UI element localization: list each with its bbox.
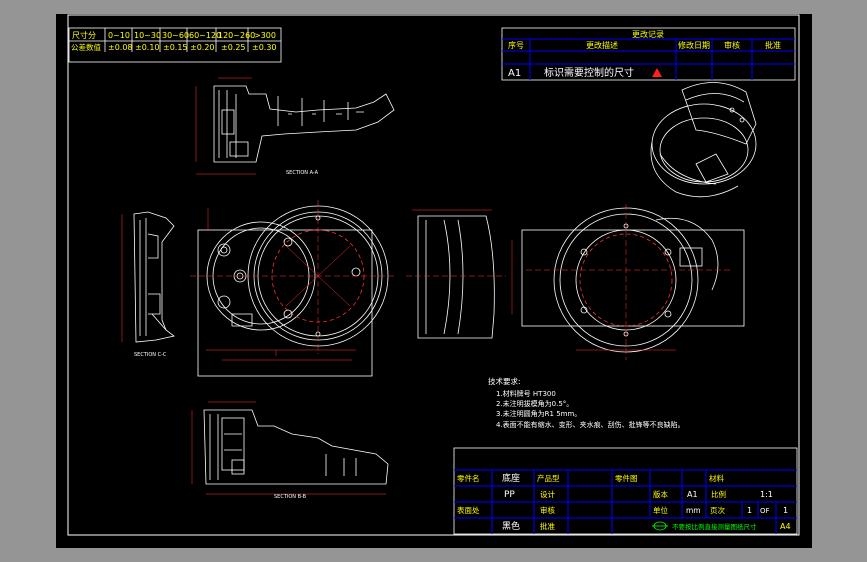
back-view xyxy=(511,204,745,360)
revision-title: 更改记录 xyxy=(632,29,664,39)
version-label: 版本 xyxy=(653,489,668,499)
ruler-icon xyxy=(652,521,668,531)
note-item-4: 4.表面不能有缩水、变形、夹水痕、刮伤、批锋等不良缺陷。 xyxy=(496,420,685,429)
material-value: PP xyxy=(504,490,515,500)
tolerance-table: 尺寸分 0~10 10~30 30~60 60~120 120~260 >300… xyxy=(68,27,282,63)
front-view xyxy=(190,200,396,377)
tol-row-label: 公差数值 xyxy=(71,42,101,52)
control-dimension-triangle-icon xyxy=(652,68,662,77)
section-label-b: SECTION B-B xyxy=(274,494,307,500)
tol-value-5: ±0.30 xyxy=(252,43,277,52)
note-item-3: 3.未注明圆角为R1 5mm。 xyxy=(496,409,581,418)
cad-canvas: 尺寸分 0~10 10~30 30~60 60~120 120~260 >300… xyxy=(67,14,800,536)
tol-header-6: >300 xyxy=(254,31,276,40)
isometric-view xyxy=(650,82,757,198)
tol-header-4: 60~120 xyxy=(189,31,221,40)
left-side-view xyxy=(121,211,175,343)
unit-label: 单位 xyxy=(653,505,668,515)
total-pages: 1 xyxy=(783,506,788,515)
note-item-2: 2.未注明拔模角为0.5°。 xyxy=(496,399,573,408)
bottom-section-view xyxy=(191,401,389,495)
revision-header-3: 审核 xyxy=(724,40,740,50)
product-type-label: 产品型 xyxy=(537,473,560,483)
page-value: 1 xyxy=(747,506,752,515)
tol-header-0: 尺寸分 xyxy=(72,30,96,40)
page-label: 页次 xyxy=(710,505,725,515)
section-label-c: SECTION C-C xyxy=(134,352,167,358)
top-section-view xyxy=(195,77,395,175)
of-label: OF xyxy=(760,507,770,515)
revision-header-0: 序号 xyxy=(508,40,524,50)
unit-value: mm xyxy=(686,506,701,515)
designer-label: 设计 xyxy=(540,489,555,499)
tol-value-0: ±0.08 xyxy=(108,43,133,52)
color-value: 黑色 xyxy=(502,520,520,532)
check-label: 审核 xyxy=(540,505,555,515)
material-label: 材料 xyxy=(709,473,724,483)
part-name-label: 零件名 xyxy=(457,473,480,483)
footer-note: 不要按比例直接测量图纸尺寸 xyxy=(672,522,757,531)
drawing-sheet: 尺寸分 0~10 10~30 30~60 60~120 120~260 >300… xyxy=(56,14,812,548)
drawing-no-label: 零件图 xyxy=(615,473,638,483)
middle-side-view xyxy=(406,209,506,339)
tol-value-3: ±0.20 xyxy=(190,43,215,52)
tol-value-1: ±0.10 xyxy=(135,43,160,52)
tol-header-5: 120~260 xyxy=(218,31,255,40)
revision-header-2: 修改日期 xyxy=(678,40,710,50)
tol-header-3: 30~60 xyxy=(162,31,189,40)
inner-frame xyxy=(67,14,800,536)
revision-header-4: 批准 xyxy=(765,40,781,50)
approve-label: 批准 xyxy=(540,521,555,531)
notes-title: 技术要求: xyxy=(488,376,521,386)
note-item-1: 1.材料牌号 HT300 xyxy=(496,389,556,398)
tol-value-4: ±0.25 xyxy=(221,43,246,52)
technical-notes: 技术要求: 1.材料牌号 HT300 2.未注明拔模角为0.5°。 3.未注明圆… xyxy=(488,376,685,429)
part-name-value: 底座 xyxy=(502,472,520,484)
tol-header-1: 0~10 xyxy=(108,31,130,40)
revision-block: 更改记录 序号 更改描述 修改日期 审核 批准 A1 标识需要控制的尺寸 xyxy=(501,27,796,81)
scale-label: 比例 xyxy=(711,489,726,499)
section-label-a: SECTION A-A xyxy=(286,170,319,176)
sheet-size: A4 xyxy=(780,522,791,531)
revision-row-id: A1 xyxy=(508,68,521,79)
tol-value-2: ±0.15 xyxy=(163,43,188,52)
revision-header-1: 更改描述 xyxy=(586,40,618,50)
version-value: A1 xyxy=(687,490,698,499)
scale-value: 1:1 xyxy=(760,490,773,499)
surface-label: 表面处 xyxy=(457,505,480,515)
tol-header-2: 10~30 xyxy=(134,31,161,40)
revision-row-text: 标识需要控制的尺寸 xyxy=(544,66,634,79)
title-block: 零件名 底座 产品型 零件图 材料 PP 设计 版本 A1 比例 1:1 表面处… xyxy=(453,447,798,535)
